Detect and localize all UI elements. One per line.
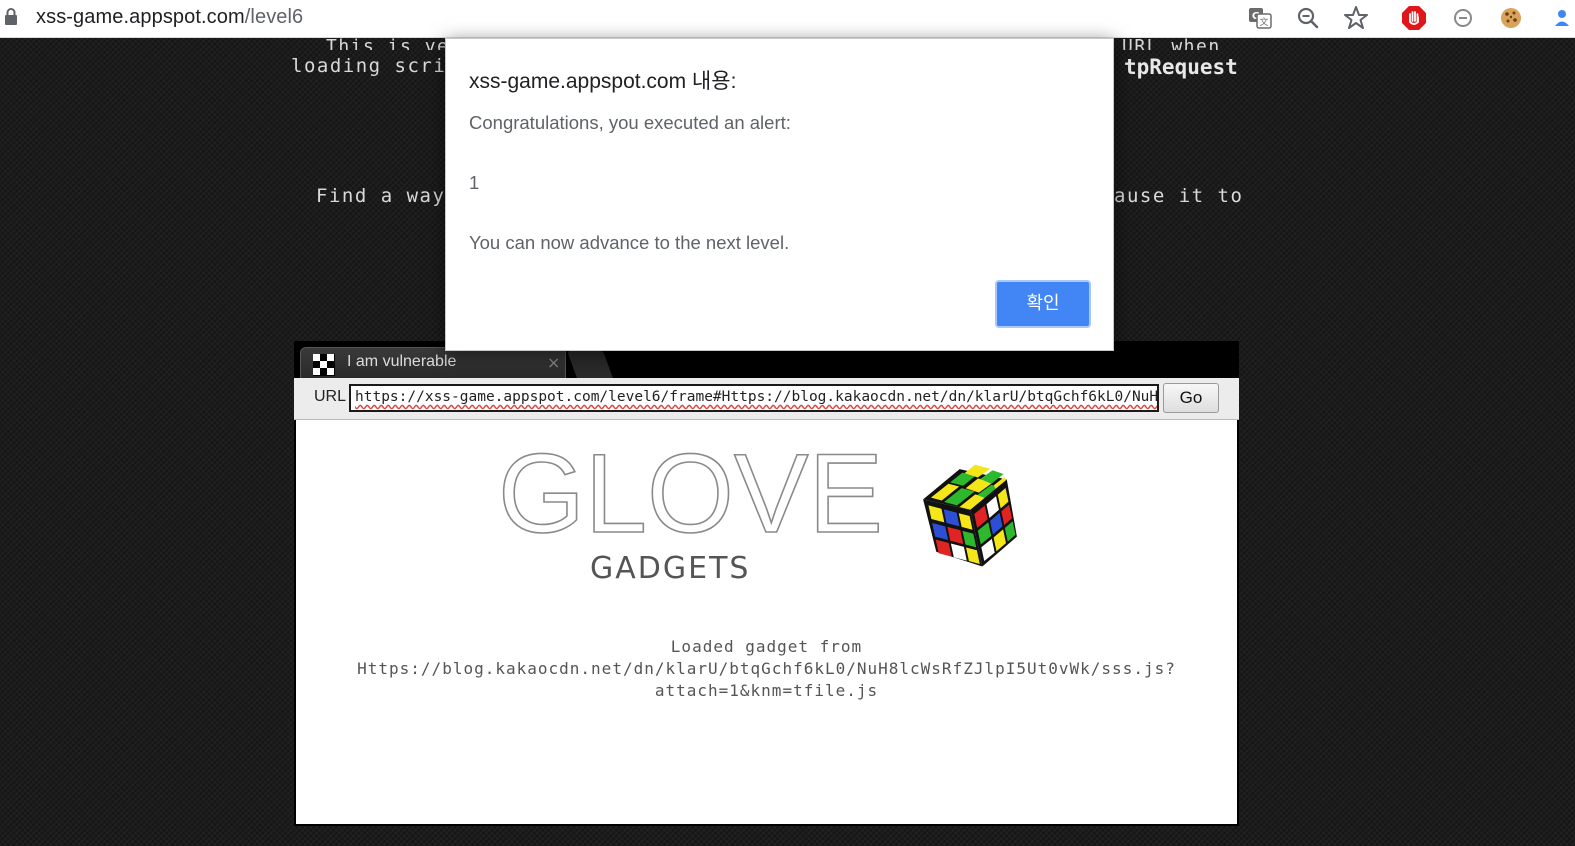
frame-url-input[interactable]: https://xss-game.appspot.com/level6/fram… xyxy=(349,384,1159,412)
level-intro-code-right: tpRequest xyxy=(1124,55,1238,79)
frame-url-label: URL xyxy=(314,388,347,405)
address-url-path: /level6 xyxy=(244,6,304,28)
frame-content: GLOVE GADGETS Loaded gadget from Https:/… xyxy=(296,420,1237,824)
dialog-message-value: 1 xyxy=(469,172,480,193)
loaded-gadget-line-2: Https://blog.kakaocdn.net/dn/klarU/btqGc… xyxy=(357,659,1176,678)
dialog-message-advance: You can now advance to the next level. xyxy=(469,232,790,253)
frame-url-bar: URL https://xss-game.appspot.com/level6/… xyxy=(294,378,1239,420)
cookie-icon[interactable] xyxy=(1497,4,1525,32)
level-intro-text-left: This is ver xyxy=(326,36,462,50)
browser-address-bar: xss-game.appspot.com/level6 G 文 xyxy=(0,0,1575,38)
level-mission-text-right: ause it to xyxy=(1114,185,1244,207)
vulnerable-frame: I am vulnerable × URL https://xss-game.a… xyxy=(294,341,1239,826)
frame-new-tab-button[interactable] xyxy=(567,351,613,378)
alert-dialog: xss-game.appspot.com 내용: Congratulations… xyxy=(445,38,1114,351)
frame-tab-title: I am vulnerable xyxy=(347,353,457,370)
logo-word: GLOVE xyxy=(498,450,883,556)
zoom-out-icon[interactable] xyxy=(1294,4,1322,32)
svg-text:文: 文 xyxy=(1259,16,1268,28)
dialog-message-congrats: Congratulations, you executed an alert: xyxy=(469,112,791,133)
frame-tab[interactable]: I am vulnerable × xyxy=(300,347,566,378)
translate-icon[interactable]: G 文 xyxy=(1246,4,1274,32)
address-url-host: xss-game.appspot.com xyxy=(36,6,245,28)
glove-gadgets-logo: GLOVE GADGETS xyxy=(498,450,884,586)
loaded-gadget-line-1: Loaded gadget from xyxy=(670,637,863,656)
loaded-gadget-line-3: attach=1&knm=tfile.js xyxy=(654,681,879,700)
loaded-gadget-message: Loaded gadget from Https://blog.kakaocdn… xyxy=(296,636,1237,702)
bookmark-star-icon[interactable] xyxy=(1342,4,1370,32)
close-icon[interactable]: × xyxy=(547,353,560,372)
go-button[interactable]: Go xyxy=(1163,383,1219,413)
logo-sub: GADGETS xyxy=(590,551,750,586)
level-intro-text-right: URL when xyxy=(1122,36,1221,50)
minus-circle-icon[interactable] xyxy=(1449,4,1477,32)
rubiks-cube-icon xyxy=(923,464,1017,567)
lock-icon[interactable] xyxy=(4,8,18,26)
dialog-title: xss-game.appspot.com 내용: xyxy=(469,70,737,93)
profile-icon[interactable] xyxy=(1548,4,1575,32)
adblock-icon[interactable] xyxy=(1400,4,1428,32)
ok-button[interactable]: 확인 xyxy=(995,280,1091,328)
address-url[interactable]: xss-game.appspot.com/level6 xyxy=(36,6,303,29)
checkered-favicon-icon xyxy=(313,354,335,376)
